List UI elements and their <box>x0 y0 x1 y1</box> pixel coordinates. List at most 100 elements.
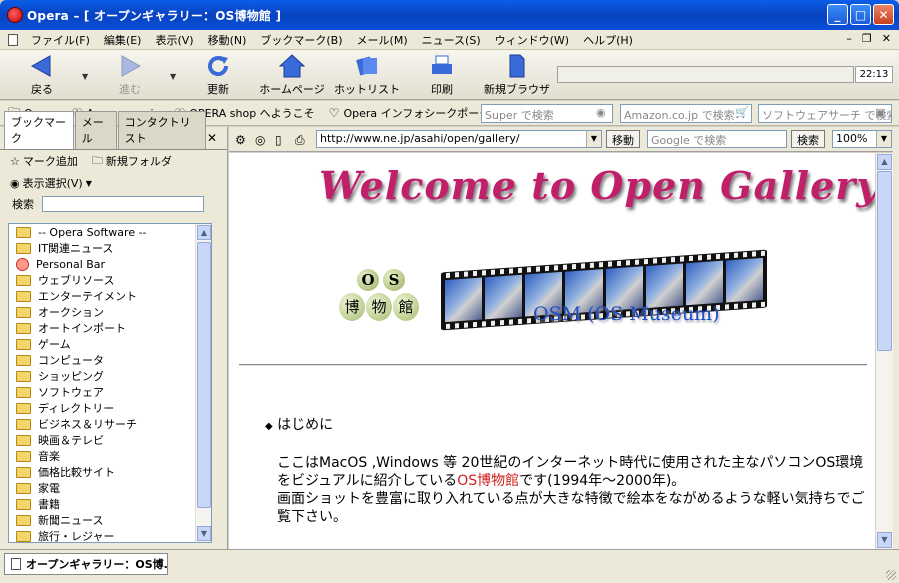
super-search-input[interactable]: Super で検索 ◉ <box>481 104 613 123</box>
reload-button[interactable]: 更新 <box>200 53 236 97</box>
panel-close-icon[interactable]: ✕ <box>207 131 217 145</box>
close-button[interactable]: ✕ <box>873 4 894 25</box>
url-dropdown-icon[interactable]: ▼ <box>586 131 601 147</box>
folder-icon <box>16 226 31 238</box>
bookmark-folder-item[interactable]: エンターテイメント <box>9 288 211 304</box>
forward-button[interactable]: 進む <box>112 53 148 97</box>
page-icon <box>11 558 21 570</box>
folder-icon <box>16 370 31 382</box>
home-button[interactable]: ホームページ <box>258 53 326 97</box>
bookmark-folder-item[interactable]: ソフトウェア <box>9 384 211 400</box>
back-dropdown-icon[interactable]: ▼ <box>82 72 88 81</box>
menu-navigate[interactable]: 移動(N) <box>201 32 254 48</box>
new-folder-button[interactable]: 🗀 新規フォルダ <box>92 152 172 171</box>
bookmark-folder-item[interactable]: Personal Bar <box>9 256 211 272</box>
scroll-up-icon[interactable]: ▲ <box>197 225 211 240</box>
scroll-up-icon[interactable]: ▲ <box>877 154 892 170</box>
os-museum-link[interactable]: OS博物館 <box>457 473 519 489</box>
mdi-restore-icon[interactable]: ❐ <box>862 32 872 45</box>
menu-bookmarks[interactable]: ブックマーク(B) <box>253 32 349 48</box>
forward-dropdown-icon[interactable]: ▼ <box>170 72 176 81</box>
menu-mail[interactable]: メール(M) <box>350 32 415 48</box>
new-browser-button[interactable]: 新規ブラウザ <box>484 53 550 97</box>
bookmark-folder-item[interactable]: 家電 <box>9 480 211 496</box>
heart-icon: ♡ <box>328 106 340 120</box>
toolbar-empty-field[interactable] <box>557 66 854 83</box>
bookmark-folder-item[interactable]: 価格比較サイト <box>9 464 211 480</box>
folder-icon <box>16 450 31 462</box>
bookmark-folder-item[interactable]: 映画＆テレビ <box>9 432 211 448</box>
folder-icon: 🗀 <box>91 153 103 167</box>
bookmark-folder-item[interactable]: 書籍 <box>9 496 211 512</box>
hotlist-button[interactable]: ホットリスト <box>334 53 400 97</box>
scroll-down-icon[interactable]: ▼ <box>877 532 892 548</box>
search-button[interactable]: 検索 <box>791 130 825 148</box>
zoom-select[interactable]: 100% ▼ <box>832 130 892 148</box>
bookmark-folder-item[interactable]: オートインポート <box>9 320 211 336</box>
security-icon[interactable]: ◎ <box>255 133 265 147</box>
resize-grip[interactable] <box>886 570 896 580</box>
folder-icon <box>16 418 31 430</box>
page-icon[interactable]: ▯ <box>275 133 282 147</box>
bookmark-folder-item[interactable]: 新聞ニュース <box>9 512 211 528</box>
page-info-icon[interactable]: ⚙ <box>235 133 246 147</box>
mdi-minimize-icon[interactable]: – <box>846 32 852 45</box>
print-small-icon[interactable]: ⎙ <box>295 133 305 148</box>
bookmark-folder-item[interactable]: -- Opera Software -- <box>9 224 211 240</box>
software-search-input[interactable]: ソフトウェアサーチ で検索 ▣ <box>758 104 892 123</box>
tab-contacts[interactable]: コンタクトリスト <box>117 111 206 149</box>
menu-help[interactable]: ヘルプ(H) <box>576 32 640 48</box>
bookmark-folder-item[interactable]: オークション <box>9 304 211 320</box>
folder-icon <box>16 274 31 286</box>
bookmark-folder-item[interactable]: コンピュータ <box>9 352 211 368</box>
url-input[interactable]: http://www.ne.jp/asahi/open/gallery/ ▼ <box>316 130 602 148</box>
view-select-button[interactable]: ◉ 表示選択(V) ▼ <box>0 172 227 194</box>
scroll-thumb[interactable] <box>197 242 211 508</box>
search-go-icon[interactable]: ▣ <box>875 106 890 121</box>
forward-arrow-icon <box>117 53 143 79</box>
bookmark-folder-item[interactable]: ウェブリソース <box>9 272 211 288</box>
bookmark-folder-item[interactable]: ディレクトリー <box>9 400 211 416</box>
cart-icon[interactable]: 🛒 <box>735 106 750 121</box>
folder-icon <box>16 386 31 398</box>
folder-icon <box>16 402 31 414</box>
bookmark-folder-item[interactable]: ショッピング <box>9 368 211 384</box>
menu-edit[interactable]: 編集(E) <box>97 32 149 48</box>
google-search-input[interactable]: Google で検索 <box>647 130 787 148</box>
personal-link-infoseek[interactable]: ♡ Opera インフォシークポータル <box>329 105 502 121</box>
menu-bar: ファイル(F) 編集(E) 表示(V) 移動(N) ブックマーク(B) メール(… <box>0 30 899 50</box>
bookmark-folder-item[interactable]: 音楽 <box>9 448 211 464</box>
menu-news[interactable]: ニュース(S) <box>415 32 488 48</box>
bookmark-scrollbar[interactable]: ▲ ▼ <box>195 224 211 542</box>
menu-window[interactable]: ウィンドウ(W) <box>488 32 576 48</box>
page-scroll-thumb[interactable] <box>877 171 892 351</box>
main-toolbar: 戻る ▼ 進む ▼ 更新 ホームページ ホットリスト 印刷 新規ブラウザ 22:… <box>0 50 899 100</box>
menu-view[interactable]: 表示(V) <box>148 32 200 48</box>
mdi-close-icon[interactable]: ✕ <box>882 32 891 45</box>
search-go-icon[interactable]: ◉ <box>596 106 611 121</box>
print-button[interactable]: 印刷 <box>422 53 462 97</box>
zoom-dropdown-icon[interactable]: ▼ <box>876 131 891 147</box>
bookmark-folder-item[interactable]: ゲーム <box>9 336 211 352</box>
bookmark-folder-item[interactable]: 旅行・レジャー <box>9 528 211 542</box>
go-button[interactable]: 移動 <box>606 130 640 148</box>
folder-icon <box>16 466 31 478</box>
page-scrollbar[interactable]: ▲ ▼ <box>876 153 893 549</box>
page-tab[interactable]: オープンギャラリー：OS博... <box>4 553 168 575</box>
menu-file[interactable]: ファイル(F) <box>24 32 97 48</box>
bookmark-folder-item[interactable]: IT関連ニュース <box>9 240 211 256</box>
bookmark-folder-item[interactable]: ビジネス＆リサーチ <box>9 416 211 432</box>
folder-icon <box>16 514 31 526</box>
add-mark-button[interactable]: ☆ マーク追加 <box>10 153 78 169</box>
document-icon <box>8 33 18 46</box>
os-museum-badge[interactable]: O S 博 物 館 <box>339 265 421 325</box>
tab-bookmarks[interactable]: ブックマーク <box>4 111 74 149</box>
tab-mail[interactable]: メール <box>74 111 117 149</box>
amazon-search-input[interactable]: Amazon.co.jp で検索 🛒 <box>620 104 752 123</box>
back-button[interactable]: 戻る <box>24 53 60 97</box>
minimize-button[interactable]: _ <box>827 4 848 25</box>
panel-search-input[interactable] <box>42 196 204 212</box>
osm-link[interactable]: OSM (OS Museum) <box>533 303 719 325</box>
maximize-button[interactable]: □ <box>850 4 871 25</box>
scroll-down-icon[interactable]: ▼ <box>197 526 211 541</box>
